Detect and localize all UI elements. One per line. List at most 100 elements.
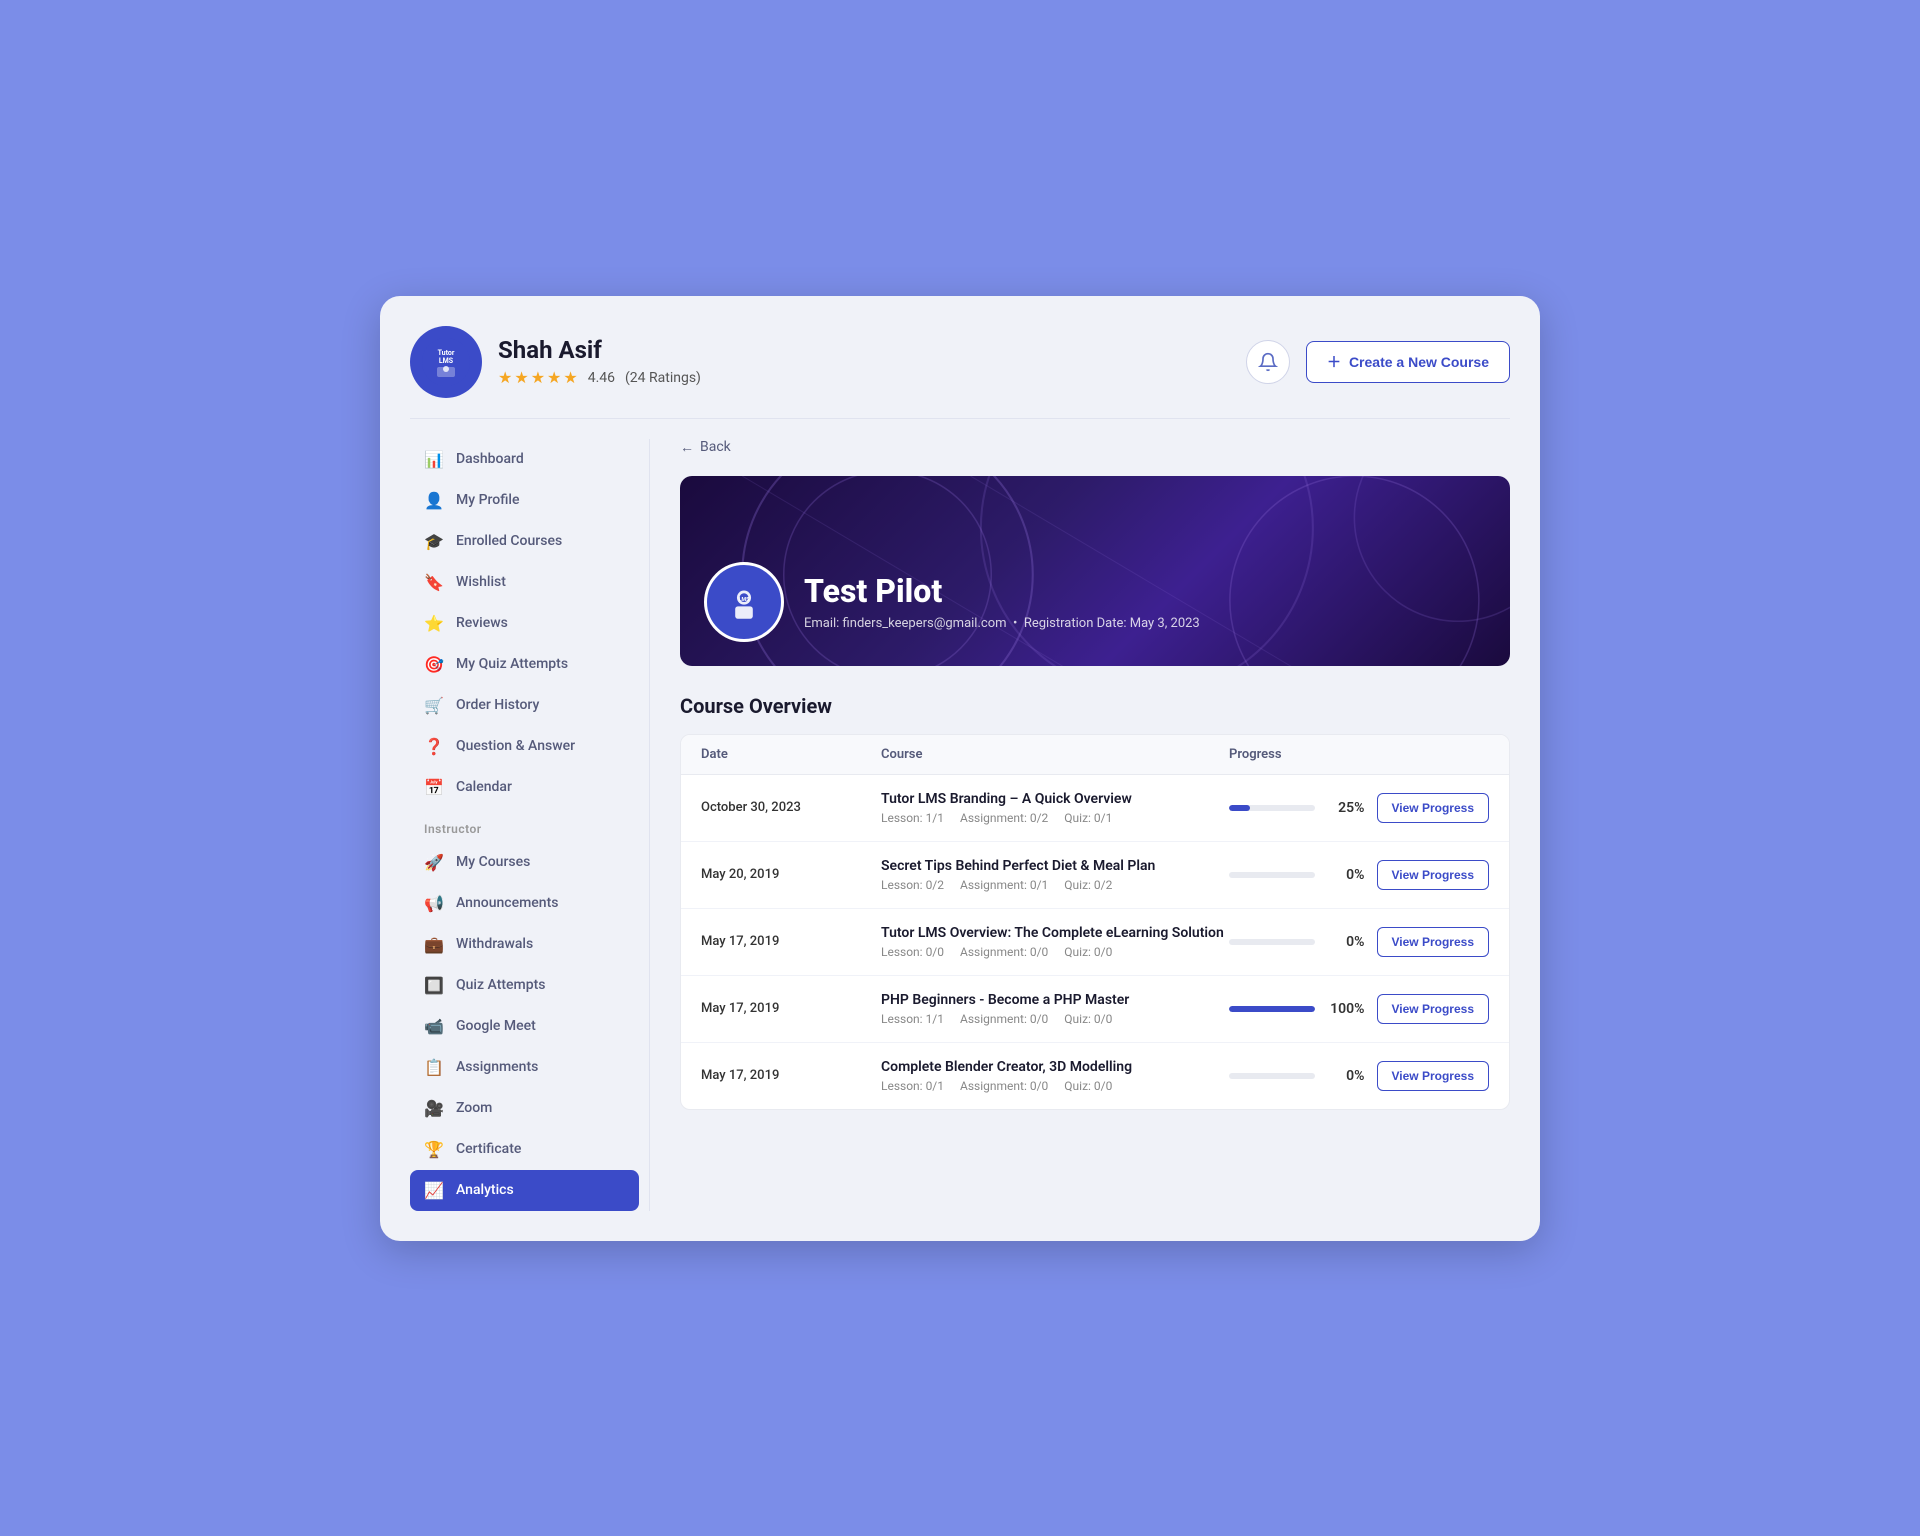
create-course-label: Create a New Course — [1349, 354, 1489, 370]
assignment-1: Assignment: 0/1 — [960, 878, 1048, 892]
announcements-icon: 📢 — [424, 894, 444, 913]
sidebar-item-order-history[interactable]: 🛒Order History — [410, 685, 639, 726]
sidebar-item-question-answer[interactable]: ❓Question & Answer — [410, 726, 639, 767]
assignment-3: Assignment: 0/0 — [960, 1012, 1048, 1026]
quiz-attempts-icon: 🔲 — [424, 976, 444, 995]
row-course-info-1: Secret Tips Behind Perfect Diet & Meal P… — [881, 858, 1229, 892]
progress-bar-wrap-1 — [1229, 872, 1315, 878]
nav-label-order-history: Order History — [456, 697, 539, 713]
view-progress-button-4[interactable]: View Progress — [1377, 1061, 1490, 1091]
nav-label-assignments: Assignments — [456, 1059, 538, 1075]
sidebar-item-zoom[interactable]: 🎥Zoom — [410, 1088, 639, 1129]
row-progress-2: 0% View Progress — [1229, 927, 1489, 957]
row-course-title-0: Tutor LMS Branding – A Quick Overview — [881, 791, 1229, 807]
row-course-meta-1: Lesson: 0/2 Assignment: 0/1 Quiz: 0/2 — [881, 878, 1229, 892]
star-4: ★ — [547, 368, 561, 387]
row-course-info-0: Tutor LMS Branding – A Quick Overview Le… — [881, 791, 1229, 825]
sidebar-item-announcements[interactable]: 📢Announcements — [410, 883, 639, 924]
sidebar: 📊Dashboard👤My Profile🎓Enrolled Courses🔖W… — [410, 439, 650, 1211]
lesson-4: Lesson: 0/1 — [881, 1079, 944, 1093]
sidebar-item-dashboard[interactable]: 📊Dashboard — [410, 439, 639, 480]
header-right: ＋ Create a New Course — [1246, 340, 1510, 384]
star-1: ★ — [498, 368, 512, 387]
analytics-icon: 📈 — [424, 1181, 444, 1200]
my-courses-icon: 🚀 — [424, 853, 444, 872]
view-progress-button-0[interactable]: View Progress — [1377, 793, 1490, 823]
course-title: Test Pilot — [804, 572, 1200, 610]
lesson-2: Lesson: 0/0 — [881, 945, 944, 959]
quiz-1: Quiz: 0/2 — [1064, 878, 1112, 892]
row-course-info-2: Tutor LMS Overview: The Complete eLearni… — [881, 925, 1229, 959]
star-half: ★ — [563, 368, 577, 387]
table-row: May 20, 2019 Secret Tips Behind Perfect … — [681, 842, 1509, 909]
sidebar-item-certificate[interactable]: 🏆Certificate — [410, 1129, 639, 1170]
back-link[interactable]: ← Back — [680, 439, 1510, 456]
course-info: Test Pilot Email: finders_keepers@gmail.… — [804, 572, 1200, 631]
row-date-0: October 30, 2023 — [701, 800, 881, 815]
nav-label-zoom: Zoom — [456, 1100, 492, 1116]
sidebar-item-quiz-attempts[interactable]: 🔲 Quiz Attempts — [410, 965, 639, 1006]
nav-label-certificate: Certificate — [456, 1141, 521, 1157]
enrolled-courses-icon: 🎓 — [424, 532, 444, 551]
sidebar-item-assignments[interactable]: 📋Assignments — [410, 1047, 639, 1088]
nav-label-google-meet: Google Meet — [456, 1018, 536, 1034]
row-date-1: May 20, 2019 — [701, 867, 881, 882]
view-progress-button-1[interactable]: View Progress — [1377, 860, 1490, 890]
header-progress: Progress — [1229, 747, 1489, 762]
header-left: Tutor LMS Shah Asif ★ ★ ★ ★ ★ 4.46 — [410, 326, 701, 398]
sidebar-item-google-meet[interactable]: 📹Google Meet — [410, 1006, 639, 1047]
sidebar-item-reviews[interactable]: ⭐Reviews — [410, 603, 639, 644]
progress-pct-1: 0% — [1327, 867, 1365, 883]
sidebar-item-my-quiz-attempts[interactable]: 🎯My Quiz Attempts — [410, 644, 639, 685]
nav-label-quiz-attempts: Quiz Attempts — [456, 977, 545, 993]
row-course-title-3: PHP Beginners - Become a PHP Master — [881, 992, 1229, 1008]
withdrawals-icon: 💼 — [424, 935, 444, 954]
star-2: ★ — [514, 368, 528, 387]
row-course-meta-3: Lesson: 1/1 Assignment: 0/0 Quiz: 0/0 — [881, 1012, 1229, 1026]
stars: ★ ★ ★ ★ ★ — [498, 368, 578, 387]
dashboard-icon: 📊 — [424, 450, 444, 469]
table-row: May 17, 2019 Tutor LMS Overview: The Com… — [681, 909, 1509, 976]
app-container: Tutor LMS Shah Asif ★ ★ ★ ★ ★ 4.46 — [380, 296, 1540, 1241]
sidebar-item-analytics[interactable]: 📈Analytics — [410, 1170, 639, 1211]
nav-label-question-answer: Question & Answer — [456, 738, 575, 754]
nav-label-calendar: Calendar — [456, 779, 512, 795]
sidebar-item-enrolled-courses[interactable]: 🎓Enrolled Courses — [410, 521, 639, 562]
sidebar-item-my-profile[interactable]: 👤My Profile — [410, 480, 639, 521]
sidebar-item-my-courses[interactable]: 🚀 My Courses — [410, 842, 639, 883]
sidebar-item-wishlist[interactable]: 🔖Wishlist — [410, 562, 639, 603]
row-date-2: May 17, 2019 — [701, 934, 881, 949]
meta-separator: • — [1010, 616, 1024, 631]
nav-label-my-courses: My Courses — [456, 854, 530, 870]
header: Tutor LMS Shah Asif ★ ★ ★ ★ ★ 4.46 — [410, 326, 1510, 419]
row-course-info-4: Complete Blender Creator, 3D Modelling L… — [881, 1059, 1229, 1093]
instructor-section-label: Instructor — [410, 808, 639, 842]
instructor-nav-list: 🚀 My Courses 📢Announcements💼Withdrawals 🔲 Qu… — [410, 842, 639, 1211]
view-progress-button-2[interactable]: View Progress — [1377, 927, 1490, 957]
table-row: May 17, 2019 PHP Beginners - Become a PH… — [681, 976, 1509, 1043]
row-course-title-1: Secret Tips Behind Perfect Diet & Meal P… — [881, 858, 1229, 874]
row-course-meta-4: Lesson: 0/1 Assignment: 0/0 Quiz: 0/0 — [881, 1079, 1229, 1093]
sidebar-item-withdrawals[interactable]: 💼Withdrawals — [410, 924, 639, 965]
user-name: Shah Asif — [498, 336, 701, 364]
table-row: October 30, 2023 Tutor LMS Branding – A … — [681, 775, 1509, 842]
row-progress-3: 100% View Progress — [1229, 994, 1489, 1024]
create-course-button[interactable]: ＋ Create a New Course — [1306, 341, 1510, 383]
table-header: Date Course Progress — [681, 735, 1509, 775]
lesson-1: Lesson: 0/2 — [881, 878, 944, 892]
row-course-meta-2: Lesson: 0/0 Assignment: 0/0 Quiz: 0/0 — [881, 945, 1229, 959]
reviews-icon: ⭐ — [424, 614, 444, 633]
quiz-0: Quiz: 0/1 — [1064, 811, 1112, 825]
nav-label-my-profile: My Profile — [456, 492, 519, 508]
sidebar-item-calendar[interactable]: 📅Calendar — [410, 767, 639, 808]
logo-avatar: Tutor LMS — [410, 326, 482, 398]
back-arrow-icon: ← — [680, 439, 694, 456]
assignment-4: Assignment: 0/0 — [960, 1079, 1048, 1093]
rating-count: (24 Ratings) — [625, 370, 701, 386]
bell-button[interactable] — [1246, 340, 1290, 384]
quiz-2: Quiz: 0/0 — [1064, 945, 1112, 959]
course-logo: LMS — [704, 562, 784, 642]
progress-pct-2: 0% — [1327, 934, 1365, 950]
view-progress-button-3[interactable]: View Progress — [1377, 994, 1490, 1024]
row-progress-0: 25% View Progress — [1229, 793, 1489, 823]
